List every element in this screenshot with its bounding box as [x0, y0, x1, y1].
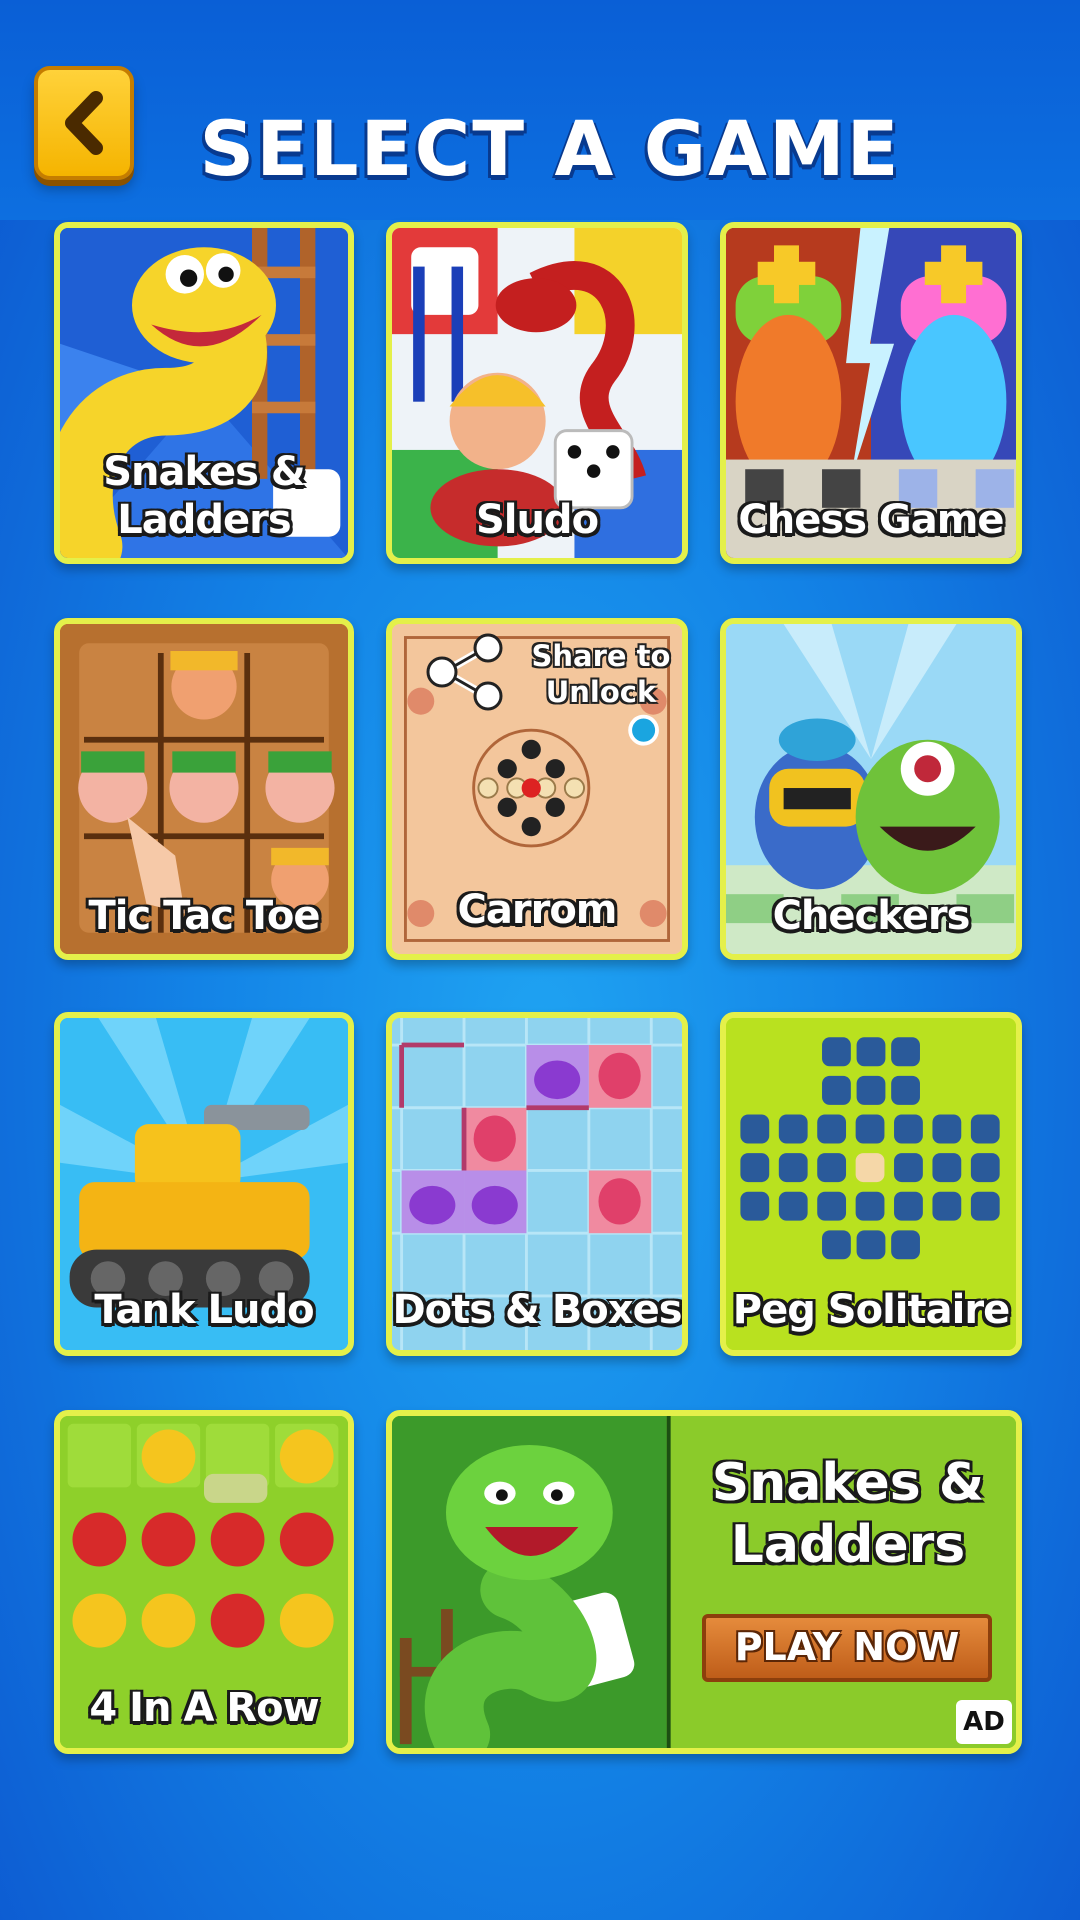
share-to-unlock-badge[interactable]: Share to Unlock	[420, 632, 670, 712]
ad-banner[interactable]: Snakes & Ladders PLAY NOW AD	[386, 1410, 1022, 1754]
game-label: Snakes &	[103, 449, 306, 495]
game-label: Tank Ludo	[94, 1287, 314, 1333]
game-label: Chess Game	[738, 497, 1004, 543]
game-label: Carrom	[457, 887, 618, 933]
game-tile-carrom[interactable]: Share to Unlock Carrom	[386, 618, 688, 960]
ad-title-line2: Ladders	[730, 1515, 966, 1575]
game-tile-chess[interactable]: Chess Game	[720, 222, 1022, 564]
game-tile-checkers[interactable]: Checkers	[720, 618, 1022, 960]
game-label: 4 In A Row	[89, 1685, 319, 1731]
game-label: Sludo	[475, 497, 599, 543]
game-tile-4-in-a-row[interactable]: 4 In A Row	[54, 1410, 354, 1754]
play-now-button[interactable]: PLAY NOW	[702, 1614, 992, 1682]
share-icon	[426, 633, 503, 711]
share-label-line1: Share to	[531, 639, 671, 673]
ad-title-line1: Snakes &	[711, 1453, 985, 1513]
game-label: Tic Tac Toe	[88, 893, 321, 939]
game-label: Peg Solitaire	[732, 1287, 1010, 1333]
game-tile-dots-boxes[interactable]: Dots & Boxes	[386, 1012, 688, 1356]
game-label: Dots & Boxes	[392, 1287, 682, 1333]
game-tile-peg-solitaire[interactable]: Peg Solitaire	[720, 1012, 1022, 1356]
game-tile-sludo[interactable]: Sludo	[386, 222, 688, 564]
header-bar: SELECT A GAME	[0, 0, 1080, 220]
game-label: Ladders	[117, 497, 291, 543]
page-title: SELECT A GAME	[199, 104, 901, 193]
ad-badge: AD	[956, 1700, 1012, 1744]
game-tile-tic-tac-toe[interactable]: Tic Tac Toe	[54, 618, 354, 960]
share-label-line2: Unlock	[545, 675, 657, 709]
game-label: Checkers	[772, 893, 971, 939]
game-tile-snakes-ladders[interactable]: Snakes & Ladders	[54, 222, 354, 564]
game-tile-tank-ludo[interactable]: Tank Ludo	[54, 1012, 354, 1356]
